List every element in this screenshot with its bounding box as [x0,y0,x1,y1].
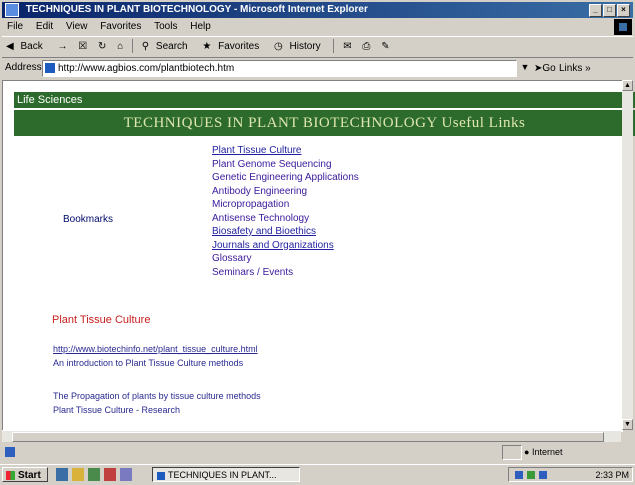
windows-flag-icon [6,470,15,480]
menu-edit[interactable]: Edit [36,21,53,32]
quicklaunch-ie-icon[interactable] [56,468,68,481]
favorites-label: Favorites [218,41,260,52]
browser-window: TECHNIQUES IN PLANT BIOTECHNOLOGY - Micr… [0,0,635,485]
system-tray: 2:33 PM [508,467,633,482]
menu-tools[interactable]: Tools [154,21,177,32]
scroll-up-icon[interactable]: ▲ [622,80,633,91]
toolbar-separator [333,39,335,54]
windows-logo-icon [614,19,632,35]
toolbar-separator [132,39,134,54]
links-button[interactable]: Links » [559,59,591,79]
taskbar-window-button[interactable]: TECHNIQUES IN PLANT... [152,467,300,482]
links-label: Links [559,63,583,74]
maximize-button[interactable]: □ [603,4,616,17]
site-section-header: Life Sciences [14,92,635,108]
tray-volume-icon[interactable] [539,471,547,479]
address-label: Address [5,62,42,73]
scroll-thumb[interactable] [12,432,604,442]
link-plant-genome-sequencing[interactable]: Plant Genome Sequencing [212,158,359,172]
menu-help[interactable]: Help [190,21,211,32]
bookmarks-label: Bookmarks [63,214,114,225]
back-label: Back [20,41,43,52]
menu-favorites[interactable]: Favorites [100,21,141,32]
edit-icon[interactable]: ✎ [381,41,389,52]
tray-app-icon[interactable] [527,471,535,479]
close-button[interactable]: × [617,4,630,17]
link-glossary[interactable]: Glossary [212,252,359,266]
link-genetic-engineering[interactable]: Genetic Engineering Applications [212,171,359,185]
menu-view[interactable]: View [66,21,88,32]
forward-button[interactable]: → [57,41,67,52]
go-button[interactable]: ➤Go [534,59,556,79]
page-icon [45,63,55,74]
clock[interactable]: 2:33 PM [595,470,629,480]
quicklaunch-app-icon[interactable] [104,468,116,481]
print-icon[interactable]: ⎙ [362,41,370,52]
title-bar: TECHNIQUES IN PLANT BIOTECHNOLOGY - Micr… [2,2,633,18]
scroll-down-icon[interactable]: ▼ [622,419,633,430]
start-button[interactable]: Start [2,467,48,482]
link-antisense-technology[interactable]: Antisense Technology [212,212,359,226]
internet-zone: ● Internet [524,447,563,457]
menu-bar: File Edit View Favorites Tools Help [2,19,633,35]
quicklaunch-folder-icon[interactable] [72,468,84,481]
ie-icon [5,3,19,17]
link-plant-tissue-culture[interactable]: Plant Tissue Culture [212,144,359,158]
status-bar: ● Internet [2,444,633,460]
resource-description: An introduction to Plant Tissue Culture … [53,358,244,368]
link-antibody-engineering[interactable]: Antibody Engineering [212,185,359,199]
section-heading: Plant Tissue Culture [52,314,151,326]
link-biosafety[interactable]: Biosafety and Bioethics [212,225,359,239]
favorites-button[interactable]: ★ Favorites [202,41,263,52]
history-button[interactable]: ◷ History [274,41,325,52]
home-icon[interactable]: ⌂ [117,41,123,52]
status-section [502,445,522,460]
window-title: TECHNIQUES IN PLANT BIOTECHNOLOGY - Micr… [25,4,368,15]
chevron-down-icon[interactable]: ▼ [519,60,531,75]
toolbar: ◀ Back → ☒ ↻ ⌂ ⚲ Search ★ Favorites ◷ Hi… [2,36,633,58]
minimize-button[interactable]: _ [589,4,602,17]
resource-link[interactable]: http://www.biotechinfo.net/plant_tissue_… [53,344,258,354]
refresh-icon[interactable]: ↻ [98,41,106,52]
quicklaunch-app-icon[interactable] [120,468,132,481]
status-page-icon [5,447,15,457]
history-label: History [289,41,321,52]
address-input[interactable]: http://www.agbios.com/plantbiotech.htm [42,60,517,77]
menu-file[interactable]: File [7,21,23,32]
link-seminars[interactable]: Seminars / Events [212,266,359,280]
link-journals[interactable]: Journals and Organizations [212,239,359,253]
search-button[interactable]: ⚲ Search [142,41,192,52]
stop-icon[interactable]: ☒ [78,41,87,52]
mail-icon[interactable]: ✉ [343,41,351,52]
link-micropropagation[interactable]: Micropropagation [212,198,359,212]
ie-icon [157,471,165,480]
task-label: TECHNIQUES IN PLANT... [168,470,277,480]
horizontal-scrollbar[interactable] [2,430,621,442]
vertical-scrollbar[interactable]: ▲ ▼ [622,80,633,430]
zone-label: Internet [531,447,563,457]
quicklaunch-desktop-icon[interactable] [88,468,100,481]
tray-network-icon[interactable] [515,471,523,479]
page-title-banner: TECHNIQUES IN PLANT BIOTECHNOLOGY Useful… [14,110,635,136]
resource-link[interactable]: The Propagation of plants by tissue cult… [53,391,261,401]
back-button[interactable]: ◀ Back [6,41,47,52]
taskbar: Start TECHNIQUES IN PLANT... 2:33 PM [0,464,635,485]
address-value: http://www.agbios.com/plantbiotech.htm [58,63,235,74]
address-bar: Address http://www.agbios.com/plantbiote… [2,58,633,78]
bookmark-links: Plant Tissue Culture Plant Genome Sequen… [212,144,359,279]
go-label: Go [542,63,556,74]
start-label: Start [18,470,41,481]
resource-description: Plant Tissue Culture - Research [53,405,181,415]
search-label: Search [155,41,188,52]
